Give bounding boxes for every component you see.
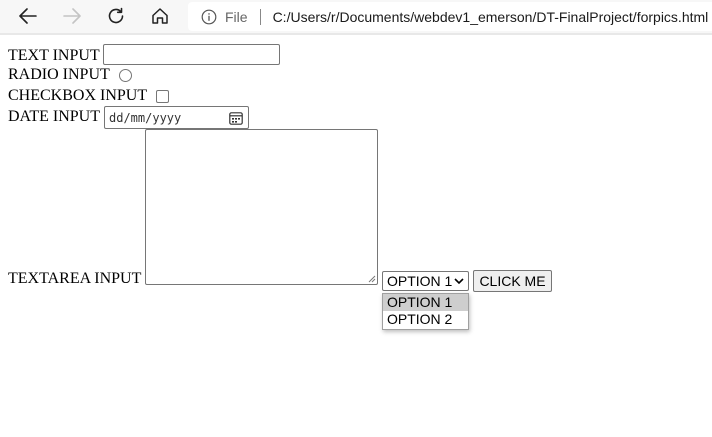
- toolbar-divider: [0, 33, 712, 35]
- date-input-field[interactable]: dd/mm/yyyy: [104, 106, 249, 129]
- select-dropdown-list: OPTION 1 OPTION 2: [382, 293, 469, 330]
- address-divider: [259, 8, 261, 25]
- date-placeholder: dd/mm/yyyy: [109, 110, 182, 125]
- dropdown-option-1[interactable]: OPTION 1: [383, 294, 468, 311]
- resize-grip-icon[interactable]: [368, 275, 376, 283]
- back-button[interactable]: [15, 4, 41, 28]
- back-arrow-icon: [19, 8, 37, 24]
- calendar-icon[interactable]: [228, 110, 244, 126]
- chevron-down-icon: [454, 278, 464, 285]
- dropdown-option-2[interactable]: OPTION 2: [383, 311, 468, 328]
- textarea-field[interactable]: [145, 129, 378, 285]
- protocol-label: File: [225, 8, 248, 25]
- checkbox[interactable]: [156, 90, 170, 103]
- date-input-label: DATE INPUT: [8, 108, 100, 125]
- home-icon: [152, 8, 168, 24]
- select-value: OPTION 1: [387, 273, 453, 289]
- text-input-row: TEXT INPUT: [8, 44, 280, 65]
- url-text[interactable]: C:/Users/r/Documents/webdev1_emerson/DT-…: [273, 9, 709, 25]
- reload-button[interactable]: [103, 4, 129, 28]
- click-me-button[interactable]: CLICK ME: [473, 270, 552, 292]
- radio-button[interactable]: [118, 69, 132, 82]
- home-button[interactable]: [147, 4, 173, 28]
- text-input-field[interactable]: [102, 44, 280, 65]
- checkbox-input-row: CHECKBOX INPUT: [8, 87, 170, 105]
- forward-button[interactable]: [59, 4, 85, 28]
- radio-input-label: RADIO INPUT: [8, 66, 110, 83]
- radio-input-row: RADIO INPUT: [8, 66, 132, 84]
- reload-icon: [108, 7, 124, 24]
- info-icon[interactable]: [201, 9, 217, 25]
- option-select[interactable]: OPTION 1: [382, 271, 469, 291]
- address-bar[interactable]: File C:/Users/r/Documents/webdev1_emerso…: [188, 2, 712, 31]
- text-input-label: TEXT INPUT: [8, 47, 100, 64]
- checkbox-input-label: CHECKBOX INPUT: [8, 87, 148, 104]
- date-input-row: DATE INPUT dd/mm/yyyy: [8, 106, 249, 129]
- browser-toolbar: File C:/Users/r/Documents/webdev1_emerso…: [0, 0, 712, 33]
- forward-arrow-icon: [63, 8, 81, 24]
- textarea-input-label: TEXTAREA INPUT: [8, 270, 142, 287]
